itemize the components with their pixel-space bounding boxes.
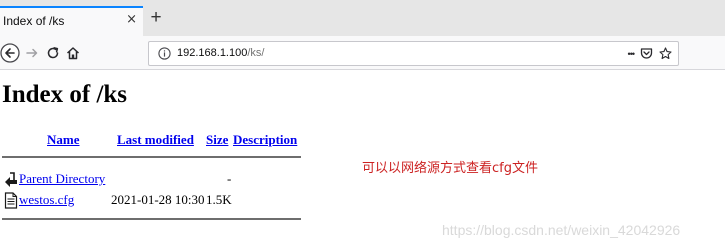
header-rule xyxy=(2,156,301,158)
page-actions: ••• xyxy=(628,45,672,62)
row-last-modified: 2021-01-28 10:30 xyxy=(111,192,205,207)
close-tab-icon[interactable]: × xyxy=(126,13,137,27)
file-link-westos-cfg[interactable]: westos.cfg xyxy=(19,192,74,208)
column-header-name[interactable]: Name xyxy=(47,132,80,148)
column-header-size[interactable]: Size xyxy=(206,132,228,148)
home-icon xyxy=(66,47,80,60)
pocket-icon[interactable] xyxy=(640,45,653,62)
url-text[interactable]: 192.168.1.100/ks/ xyxy=(177,47,264,59)
tab-strip: Index of /ks × + xyxy=(0,0,725,36)
column-header-description[interactable]: Description xyxy=(233,132,297,148)
table-row: Parent Directory - xyxy=(0,170,310,188)
table-row: westos.cfg 2021-01-28 10:30 1.5K xyxy=(0,191,310,209)
reload-button[interactable] xyxy=(45,42,61,64)
forward-button[interactable] xyxy=(24,42,40,64)
bookmark-star-icon[interactable] xyxy=(659,45,672,62)
page-title: Index of /ks xyxy=(2,81,128,108)
page-content: Index of /ks Name Last modified Size Des… xyxy=(0,71,725,250)
home-button[interactable] xyxy=(65,42,81,64)
tab-index-of-ks[interactable]: Index of /ks × xyxy=(0,6,143,36)
row-size: 1.5K xyxy=(206,192,232,207)
url-path: /ks/ xyxy=(247,47,265,59)
reload-icon xyxy=(47,47,59,59)
forward-icon xyxy=(26,48,38,58)
text-file-icon xyxy=(4,192,18,209)
parent-directory-link[interactable]: Parent Directory xyxy=(19,171,105,187)
watermark: https://blog.csdn.net/weixin_42042926 xyxy=(442,222,681,238)
new-tab-button[interactable]: + xyxy=(146,8,166,29)
tab-title: Index of /ks xyxy=(3,14,65,28)
url-host: 192.168.1.100 xyxy=(177,47,248,59)
address-bar[interactable]: 192.168.1.100/ks/ ••• xyxy=(148,41,679,66)
annotation-text: 可以以网络源方式查看cfg文件 xyxy=(362,161,538,176)
info-icon[interactable] xyxy=(158,47,171,60)
row-size: - xyxy=(227,171,232,186)
parent-directory-icon xyxy=(5,172,17,187)
footer-rule xyxy=(2,218,301,220)
more-icon[interactable]: ••• xyxy=(628,45,636,62)
column-header-last-modified[interactable]: Last modified xyxy=(117,132,194,148)
back-icon xyxy=(0,43,20,63)
back-button[interactable] xyxy=(0,42,20,64)
